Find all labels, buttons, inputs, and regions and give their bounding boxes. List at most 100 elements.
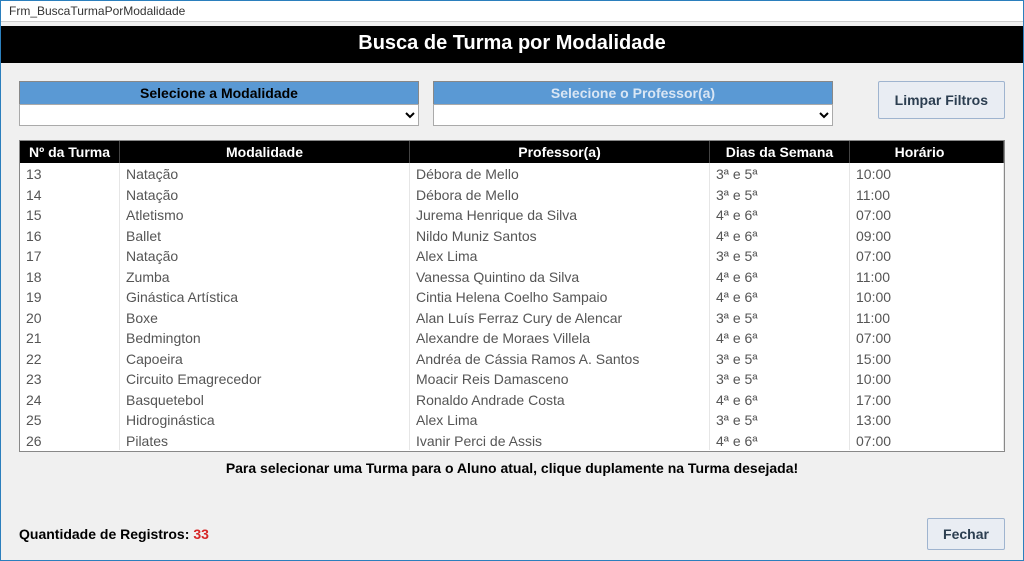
table-row[interactable]: 17NataçãoAlex Lima3ª e 5ª07:00 — [20, 245, 1004, 266]
col-header-modalidade[interactable]: Modalidade — [120, 141, 410, 163]
cell-professor: Jurema Henrique da Silva — [410, 204, 710, 225]
cell-dias: 4ª e 6ª — [710, 327, 850, 348]
cell-horario: 13:00 — [850, 409, 1004, 430]
cell-horario: 07:00 — [850, 204, 1004, 225]
page-title: Busca de Turma por Modalidade — [1, 26, 1023, 63]
cell-horario: 15:00 — [850, 348, 1004, 369]
cell-modalidade: Circuito Emagrecedor — [120, 368, 410, 389]
cell-dias: 3ª e 5ª — [710, 368, 850, 389]
cell-horario: 11:00 — [850, 307, 1004, 328]
cell-num: 15 — [20, 204, 120, 225]
cell-horario: 11:00 — [850, 184, 1004, 205]
filter-professor: Selecione o Professor(a) — [433, 81, 833, 126]
cell-dias: 4ª e 6ª — [710, 225, 850, 246]
cell-modalidade: Bedmington — [120, 327, 410, 348]
table-row[interactable]: 15AtletismoJurema Henrique da Silva4ª e … — [20, 204, 1004, 225]
cell-dias: 4ª e 6ª — [710, 389, 850, 410]
table-row[interactable]: 14NataçãoDébora de Mello3ª e 5ª11:00 — [20, 184, 1004, 205]
cell-horario: 10:00 — [850, 368, 1004, 389]
table-row[interactable]: 24BasquetebolRonaldo Andrade Costa4ª e 6… — [20, 389, 1004, 410]
cell-modalidade: Pilates — [120, 430, 410, 451]
cell-modalidade: Ginástica Artística — [120, 286, 410, 307]
cell-professor: Alexandre de Moraes Villela — [410, 327, 710, 348]
col-header-num[interactable]: Nº da Turma — [20, 141, 120, 163]
cell-num: 14 — [20, 184, 120, 205]
cell-num: 16 — [20, 225, 120, 246]
window-title: Frm_BuscaTurmaPorModalidade — [1, 1, 1023, 22]
cell-horario: 10:00 — [850, 286, 1004, 307]
cell-modalidade: Natação — [120, 184, 410, 205]
cell-dias: 4ª e 6ª — [710, 430, 850, 451]
cell-modalidade: Atletismo — [120, 204, 410, 225]
cell-num: 20 — [20, 307, 120, 328]
turmas-table: Nº da Turma Modalidade Professor(a) Dias… — [19, 140, 1005, 452]
cell-professor: Alex Lima — [410, 409, 710, 430]
cell-horario: 11:00 — [850, 266, 1004, 287]
professor-select[interactable] — [433, 104, 833, 126]
cell-horario: 07:00 — [850, 245, 1004, 266]
table-row[interactable]: 23Circuito EmagrecedorMoacir Reis Damasc… — [20, 368, 1004, 389]
table-row[interactable]: 21BedmingtonAlexandre de Moraes Villela4… — [20, 327, 1004, 348]
cell-professor: Moacir Reis Damasceno — [410, 368, 710, 389]
col-header-professor[interactable]: Professor(a) — [410, 141, 710, 163]
table-row[interactable]: 18ZumbaVanessa Quintino da Silva4ª e 6ª1… — [20, 266, 1004, 287]
cell-professor: Cintia Helena Coelho Sampaio — [410, 286, 710, 307]
limpar-filtros-button[interactable]: Limpar Filtros — [878, 81, 1005, 119]
fechar-button[interactable]: Fechar — [927, 518, 1005, 550]
instruction-text: Para selecionar uma Turma para o Aluno a… — [19, 452, 1005, 478]
modalidade-select[interactable] — [19, 104, 419, 126]
cell-modalidade: Capoeira — [120, 348, 410, 369]
cell-modalidade: Natação — [120, 245, 410, 266]
window-frame: Frm_BuscaTurmaPorModalidade Busca de Tur… — [0, 0, 1024, 561]
table-row[interactable]: 19Ginástica ArtísticaCintia Helena Coelh… — [20, 286, 1004, 307]
table-row[interactable]: 13NataçãoDébora de Mello3ª e 5ª10:00 — [20, 163, 1004, 184]
table-row[interactable]: 22CapoeiraAndréa de Cássia Ramos A. Sant… — [20, 348, 1004, 369]
cell-dias: 3ª e 5ª — [710, 348, 850, 369]
cell-professor: Débora de Mello — [410, 184, 710, 205]
cell-horario: 17:00 — [850, 389, 1004, 410]
cell-num: 25 — [20, 409, 120, 430]
cell-professor: Débora de Mello — [410, 163, 710, 184]
col-header-horario[interactable]: Horário — [850, 141, 1004, 163]
col-header-dias[interactable]: Dias da Semana — [710, 141, 850, 163]
cell-dias: 3ª e 5ª — [710, 245, 850, 266]
table-body[interactable]: 13NataçãoDébora de Mello3ª e 5ª10:0014Na… — [20, 163, 1004, 451]
cell-horario: 10:00 — [850, 163, 1004, 184]
cell-num: 17 — [20, 245, 120, 266]
cell-num: 21 — [20, 327, 120, 348]
cell-dias: 4ª e 6ª — [710, 266, 850, 287]
cell-dias: 3ª e 5ª — [710, 409, 850, 430]
footer-bar: Quantidade de Registros: 33 Fechar — [1, 508, 1023, 560]
cell-dias: 3ª e 5ª — [710, 307, 850, 328]
cell-professor: Ronaldo Andrade Costa — [410, 389, 710, 410]
cell-professor: Nildo Muniz Santos — [410, 225, 710, 246]
cell-modalidade: Hidroginástica — [120, 409, 410, 430]
cell-num: 24 — [20, 389, 120, 410]
filter-professor-label: Selecione o Professor(a) — [433, 81, 833, 104]
cell-dias: 3ª e 5ª — [710, 184, 850, 205]
filter-modalidade: Selecione a Modalidade — [19, 81, 419, 126]
table-header: Nº da Turma Modalidade Professor(a) Dias… — [20, 141, 1004, 163]
table-row[interactable]: 25HidroginásticaAlex Lima3ª e 5ª13:00 — [20, 409, 1004, 430]
cell-horario: 09:00 — [850, 225, 1004, 246]
cell-professor: Andréa de Cássia Ramos A. Santos — [410, 348, 710, 369]
cell-dias: 4ª e 6ª — [710, 204, 850, 225]
cell-dias: 4ª e 6ª — [710, 286, 850, 307]
reg-count-label: Quantidade de Registros: — [19, 526, 189, 542]
table-row[interactable]: 26PilatesIvanir Perci de Assis4ª e 6ª07:… — [20, 430, 1004, 451]
cell-num: 18 — [20, 266, 120, 287]
filter-modalidade-label: Selecione a Modalidade — [19, 81, 419, 104]
table-row[interactable]: 20BoxeAlan Luís Ferraz Cury de Alencar3ª… — [20, 307, 1004, 328]
cell-modalidade: Natação — [120, 163, 410, 184]
cell-num: 26 — [20, 430, 120, 451]
cell-professor: Vanessa Quintino da Silva — [410, 266, 710, 287]
cell-num: 22 — [20, 348, 120, 369]
cell-horario: 07:00 — [850, 327, 1004, 348]
cell-num: 13 — [20, 163, 120, 184]
cell-modalidade: Basquetebol — [120, 389, 410, 410]
content-area: Selecione a Modalidade Selecione o Profe… — [1, 63, 1023, 486]
table-row[interactable]: 16BalletNildo Muniz Santos4ª e 6ª09:00 — [20, 225, 1004, 246]
cell-num: 19 — [20, 286, 120, 307]
cell-modalidade: Zumba — [120, 266, 410, 287]
cell-modalidade: Ballet — [120, 225, 410, 246]
